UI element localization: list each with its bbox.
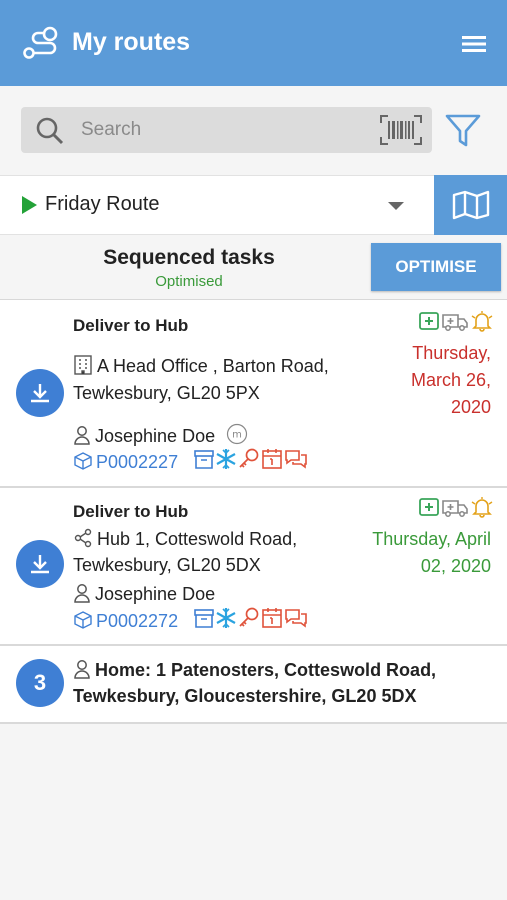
route-name: Friday Route [45,193,160,215]
archive-icon [194,609,214,628]
chat-icon [285,609,307,628]
play-icon [22,196,37,214]
person-icon [74,660,90,679]
search-box[interactable] [21,107,432,153]
task-address-text: Hub 1, Cotteswold Road, [97,529,298,549]
bell-icon [471,311,493,332]
task-sequence-number[interactable]: 3 [16,659,64,707]
download-icon [31,384,49,403]
task-reference: P0002272 [73,610,178,632]
medical-icon [419,312,439,330]
date-line: 02, 2020 [420,556,491,576]
download-button[interactable] [16,540,64,588]
ambulance-icon [442,500,468,517]
ambulance-icon [442,314,468,331]
reference-number: P0002272 [96,611,179,631]
date-line: 2020 [450,397,491,417]
person-icon [74,584,90,603]
task-flags-top [417,310,494,332]
key-icon [239,607,259,627]
search-row [0,86,507,175]
app-header: My routes [0,0,507,86]
task-address-line2: Tewkesbury, GL20 5PX [73,383,260,403]
filter-icon[interactable] [444,111,482,149]
barcode-scan-icon[interactable] [379,114,423,146]
download-button[interactable] [16,369,64,417]
task-flags-top [417,496,494,518]
empty-area [0,724,507,900]
box-icon [74,611,92,629]
bell-icon [471,497,493,518]
task-title: Deliver to Hub [73,316,189,335]
reference-number: P0002227 [96,452,179,472]
sequence-title: Sequenced tasks [103,246,275,269]
date-line: Thursday, [412,343,491,363]
hamburger-menu-icon[interactable] [458,31,490,57]
date-line: Thursday, April [372,529,491,549]
box-icon [74,452,92,470]
task-address-line2: Tewkesbury, GL20 5DX [73,555,261,575]
chevron-down-icon[interactable] [388,202,404,210]
page-title: My routes [72,28,191,56]
route-selector[interactable]: Friday Route [0,175,507,236]
person-icon [74,426,90,445]
calendar-icon [262,608,282,628]
contact-name: Josephine Doe [95,584,216,604]
medical-icon [419,498,439,516]
snowflake-icon [216,608,236,628]
task-item[interactable]: 3 Home: 1 Patenosters, Cotteswold Road, … [0,646,507,724]
task-address-line1: Home: 1 Patenosters, Cotteswold Road, [73,659,436,681]
task-address-text: Home: 1 Patenosters, Cotteswold Road, [95,660,437,680]
search-icon [36,117,64,145]
task-contact: Josephine Doe m [73,423,252,447]
task-address-line1: A Head Office , Barton Road, [73,355,329,377]
task-date: Thursday, April 02, 2020 [372,526,491,580]
task-flags [193,447,309,471]
contact-name: Josephine Doe [95,426,216,446]
sequence-header: Sequenced tasks Optimised OPTIMISE [0,235,507,300]
snowflake-icon [216,449,236,469]
task-date: Thursday, March 26, 2020 [411,340,491,421]
task-item[interactable]: Deliver to Hub A Head Office , Barton Ro… [0,300,507,488]
map-view-button[interactable] [434,175,507,236]
download-icon [31,555,49,574]
optimise-button[interactable]: OPTIMISE [371,243,501,291]
building-icon [74,355,92,375]
sequence-status: Optimised [155,273,223,290]
archive-icon [194,450,214,469]
search-input[interactable] [81,115,371,145]
task-flags [193,606,309,630]
key-icon [239,448,259,468]
task-address-line1: Hub 1, Cotteswold Road, [73,528,297,550]
task-reference: P0002227 [73,451,178,473]
task-contact: Josephine Doe [73,583,215,605]
chat-icon [285,450,307,469]
task-address-text: A Head Office , Barton Road, [97,356,329,376]
map-icon [452,190,490,220]
route-icon [23,26,58,59]
task-item[interactable]: Deliver to Hub Hub 1, Cotteswold Road, T… [0,488,507,646]
task-title: Deliver to Hub [73,502,189,521]
date-line: March 26, [410,370,491,390]
svg-text:m: m [232,430,242,441]
m-badge-icon: m [227,423,248,445]
calendar-icon [262,449,282,469]
share-icon [74,528,92,548]
task-address-line2: Tewkesbury, Gloucestershire, GL20 5DX [73,686,417,706]
